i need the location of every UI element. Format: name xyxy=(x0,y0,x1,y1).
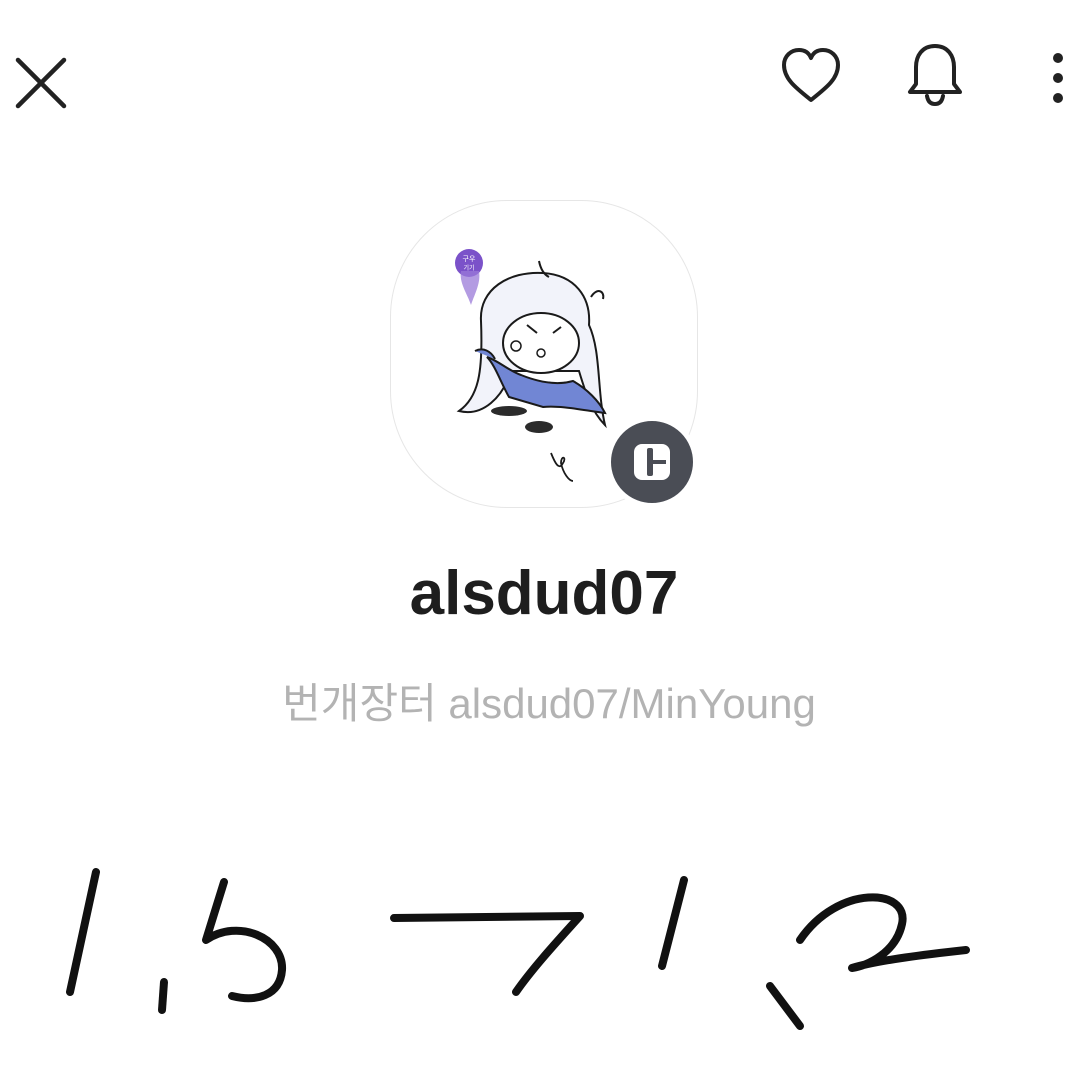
close-icon xyxy=(15,57,67,109)
more-options-button[interactable] xyxy=(1038,46,1078,110)
bell-icon xyxy=(908,44,962,107)
top-bar xyxy=(0,0,1088,160)
shop-badge xyxy=(606,416,698,508)
notification-button[interactable] xyxy=(902,40,968,110)
more-vertical-icon xyxy=(1053,53,1063,103)
favorite-button[interactable] xyxy=(776,44,846,108)
profile-avatar-container: 구우 기기 xyxy=(390,200,698,508)
svg-text:기기: 기기 xyxy=(463,264,474,272)
profile-subtitle: 번개장터 alsdud07/MinYoung xyxy=(282,680,816,727)
profile-username: alsdud07 xyxy=(409,559,679,628)
close-button[interactable] xyxy=(10,52,72,114)
svg-text:구우: 구우 xyxy=(463,255,476,263)
handwritten-annotation xyxy=(66,868,970,1030)
bunjang-shop-icon xyxy=(634,444,670,480)
heart-icon xyxy=(782,48,840,102)
